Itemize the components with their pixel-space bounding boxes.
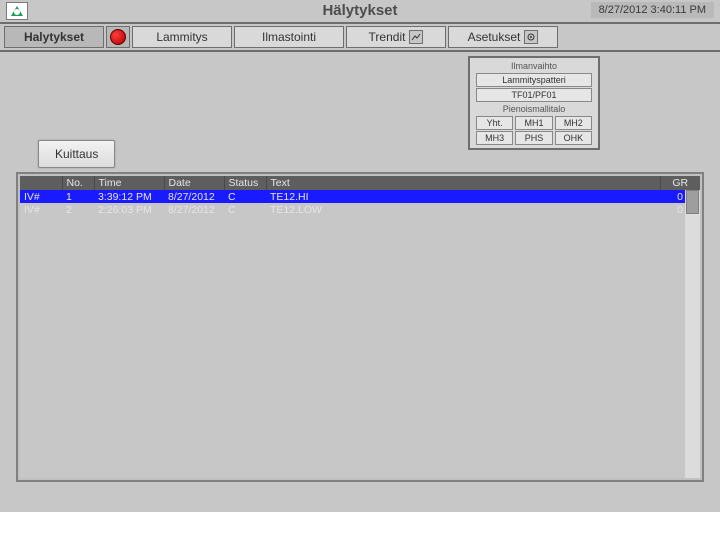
cell-time: 2:26:03 PM xyxy=(94,203,164,216)
col-no[interactable]: No. xyxy=(62,176,94,190)
table-row[interactable]: IV# 1 3:39:12 PM 8/27/2012 C TE12.HI 0 xyxy=(20,190,700,203)
datetime-display: 8/27/2012 3:40:11 PM xyxy=(591,2,714,18)
sys-btn-yht[interactable]: Yht. xyxy=(476,116,513,130)
cell-status: C xyxy=(224,203,266,216)
col-time[interactable]: Time xyxy=(94,176,164,190)
cell-iv: IV# xyxy=(20,190,62,203)
alarm-table: No. Time Date Status Text GR IV# 1 3:39:… xyxy=(20,176,700,216)
sys-btn-ohk[interactable]: OHK xyxy=(555,131,592,145)
tab-label: Asetukset xyxy=(468,30,521,44)
cell-no: 2 xyxy=(62,203,94,216)
sys-btn-mh3[interactable]: MH3 xyxy=(476,131,513,145)
sys-btn-tf01[interactable]: TF01/PF01 xyxy=(476,88,592,102)
tab-label: Ilmastointi xyxy=(262,30,316,44)
tab-settings[interactable]: Asetukset xyxy=(448,26,558,48)
app-window: Hälytykset 8/27/2012 3:40:11 PM Halytyks… xyxy=(0,0,720,512)
gear-icon xyxy=(524,30,538,44)
cell-no: 1 xyxy=(62,190,94,203)
tab-heating[interactable]: Lammitys xyxy=(132,26,232,48)
cell-status: C xyxy=(224,190,266,203)
panel-header-ventilation: Ilmanvaihto xyxy=(472,60,596,72)
alarm-list: No. Time Date Status Text GR IV# 1 3:39:… xyxy=(20,176,700,478)
tab-trends[interactable]: Trendit xyxy=(346,26,446,48)
ack-button[interactable]: Kuittaus xyxy=(38,140,115,168)
alarm-list-frame: No. Time Date Status Text GR IV# 1 3:39:… xyxy=(16,172,704,482)
sys-btn-heating-coil[interactable]: Lammityspatteri xyxy=(476,73,592,87)
col-text[interactable]: Text xyxy=(266,176,660,190)
cell-date: 8/27/2012 xyxy=(164,203,224,216)
panel-header-model: Pienoismallitalo xyxy=(472,103,596,115)
tab-label: Halytykset xyxy=(24,30,84,44)
tab-alarms[interactable]: Halytykset xyxy=(4,26,104,48)
sys-btn-mh2[interactable]: MH2 xyxy=(555,116,592,130)
systems-panel: Ilmanvaihto Lammityspatteri TF01/PF01 Pi… xyxy=(468,56,600,150)
tab-bar: Halytykset Lammitys Ilmastointi Trendit … xyxy=(0,22,720,52)
tab-label: Trendit xyxy=(369,30,406,44)
scrollbar-thumb[interactable] xyxy=(686,190,699,214)
cell-iv: IV# xyxy=(20,203,62,216)
table-header-row: No. Time Date Status Text GR xyxy=(20,176,700,190)
tab-ac[interactable]: Ilmastointi xyxy=(234,26,344,48)
alarm-indicator xyxy=(106,26,130,48)
alarm-dot-icon xyxy=(110,29,126,45)
cell-text: TE12.HI xyxy=(266,190,660,203)
col-gr[interactable]: GR xyxy=(660,176,700,190)
cell-date: 8/27/2012 xyxy=(164,190,224,203)
cell-time: 3:39:12 PM xyxy=(94,190,164,203)
list-scrollbar[interactable] xyxy=(685,190,700,478)
tab-label: Lammitys xyxy=(156,30,207,44)
col-status[interactable]: Status xyxy=(224,176,266,190)
chart-icon xyxy=(409,30,423,44)
cell-text: TE12.LOW xyxy=(266,203,660,216)
table-row[interactable]: IV# 2 2:26:03 PM 8/27/2012 C TE12.LOW 0 xyxy=(20,203,700,216)
header: Hälytykset 8/27/2012 3:40:11 PM xyxy=(0,0,720,22)
sys-btn-mh1[interactable]: MH1 xyxy=(515,116,552,130)
sys-btn-phs[interactable]: PHS xyxy=(515,131,552,145)
col-date[interactable]: Date xyxy=(164,176,224,190)
col-iv[interactable] xyxy=(20,176,62,190)
